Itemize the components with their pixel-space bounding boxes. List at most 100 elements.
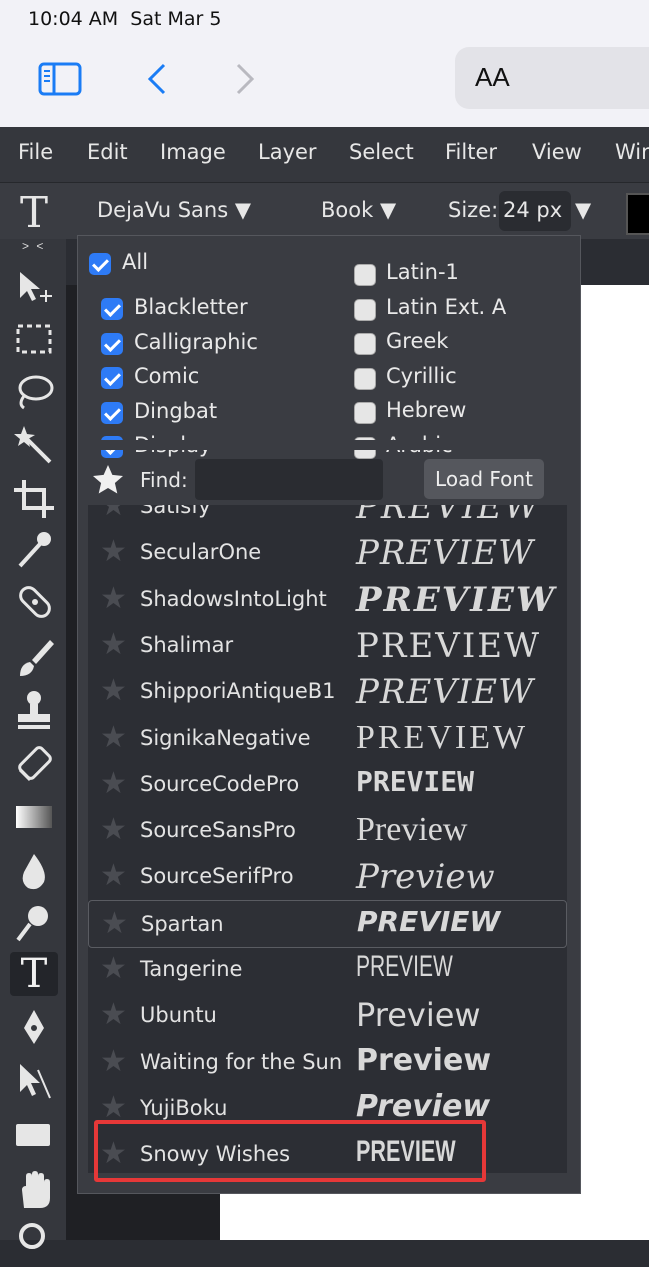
menu-view[interactable]: View (532, 140, 582, 164)
shape-tool-icon[interactable] (10, 1114, 58, 1158)
font-list-item[interactable]: ★ SourceCodePro PREVIEW (88, 761, 567, 807)
font-list-item[interactable]: ★ Tangerine PREVIEW (88, 946, 567, 992)
favorite-star-icon[interactable]: ★ (100, 861, 127, 891)
eyedropper-icon[interactable] (10, 528, 58, 572)
font-name: SourceSansPro (140, 818, 296, 843)
size-dropdown-arrow[interactable]: ▼ (575, 198, 591, 222)
brush-tool-icon[interactable] (10, 636, 58, 680)
magic-wand-icon[interactable] (10, 422, 58, 466)
font-list-item[interactable]: ★ Waiting for the Sun Preview (88, 1039, 567, 1085)
menu-window[interactable]: Win (615, 140, 649, 164)
font-list-item[interactable]: ★ Satisfy PREVIEW (88, 505, 567, 529)
font-name: Ubuntu (140, 1003, 217, 1028)
script-filter-label: Latin-1 (386, 260, 459, 284)
move-tool-icon[interactable] (10, 266, 58, 310)
highlight-annotation (94, 1120, 486, 1182)
category-filter-checkbox[interactable] (101, 298, 123, 320)
collapse-toggle[interactable]: > < (22, 239, 45, 253)
category-filter-checkbox[interactable] (101, 332, 123, 355)
reader-settings-button[interactable]: AA (475, 62, 510, 93)
font-name: SourceCodePro (140, 771, 300, 796)
font-preview: Preview (356, 996, 481, 1035)
hand-tool-icon[interactable] (10, 1168, 58, 1212)
favorite-star-icon[interactable]: ★ (100, 1000, 127, 1030)
crop-tool-icon[interactable] (10, 476, 58, 520)
font-list-item[interactable]: ★ SignikaNegative PREVIEW (88, 715, 567, 761)
script-filter-label: Hebrew (386, 398, 467, 422)
pen-tool-icon[interactable] (10, 1006, 58, 1050)
category-filter-checkbox[interactable] (101, 367, 123, 389)
dodge-tool-icon[interactable] (10, 902, 58, 946)
sidebar-icon[interactable] (38, 62, 82, 101)
marquee-tool-icon[interactable] (10, 318, 58, 362)
font-preview: Preview (356, 811, 468, 849)
favorites-star-icon[interactable] (90, 462, 126, 503)
menu-file[interactable]: File (18, 140, 53, 164)
find-input[interactable] (195, 459, 383, 500)
status-time: 10:04 AM Sat Mar 5 (28, 8, 221, 30)
favorite-star-icon[interactable]: ★ (100, 954, 127, 984)
favorite-star-icon[interactable]: ★ (100, 505, 127, 521)
status-clock: 10:04 AM (28, 8, 119, 30)
font-list-item[interactable]: ★ ShadowsIntoLight PREVIEW (88, 576, 567, 622)
lasso-tool-icon[interactable] (10, 370, 58, 414)
favorite-star-icon[interactable]: ★ (100, 722, 127, 753)
path-selection-icon[interactable] (10, 1060, 58, 1104)
script-filter-checkbox[interactable] (354, 367, 376, 390)
script-filter-checkbox[interactable] (354, 264, 376, 286)
script-filter-checkbox[interactable] (354, 402, 376, 424)
find-label: Find: (140, 468, 188, 492)
font-name: Spartan (141, 911, 224, 936)
type-tool-icon: T (20, 188, 49, 237)
font-name: SecularOne (140, 540, 262, 565)
load-font-button[interactable]: Load Font (424, 459, 544, 499)
status-date: Sat Mar 5 (130, 8, 222, 30)
favorite-star-icon[interactable]: ★ (100, 768, 127, 799)
text-tool-icon[interactable]: T (10, 952, 58, 996)
menu-edit[interactable]: Edit (87, 140, 128, 164)
font-list-item[interactable]: ★ Ubuntu Preview (88, 992, 567, 1038)
category-filter-label: Dingbat (134, 398, 218, 423)
font-name: SourceSerifPro (140, 864, 294, 889)
blur-tool-icon[interactable] (10, 850, 58, 894)
font-list-item[interactable]: ★ Spartan PREVIEW (88, 899, 567, 948)
font-style-dropdown[interactable]: Book ▼ (321, 198, 396, 222)
font-list-item[interactable]: ★ SourceSerifPro Preview (88, 853, 567, 899)
healing-tool-icon[interactable] (10, 580, 58, 624)
font-name: ShadowsIntoLight (140, 586, 327, 611)
favorite-star-icon[interactable]: ★ (100, 1046, 127, 1077)
script-filter-checkbox[interactable] (354, 298, 376, 321)
menu-layer[interactable]: Layer (258, 140, 317, 164)
font-list: ★ Satisfy PREVIEW ★ SecularOne PREVIEW ★ Shadow… (88, 505, 567, 1173)
font-name: Shalimar (140, 632, 234, 657)
menu-image[interactable]: Image (160, 140, 226, 164)
filter-all-checkbox[interactable] (89, 253, 111, 275)
font-list-item[interactable]: ★ SourceSansPro Preview (88, 807, 567, 853)
menu-filter[interactable]: Filter (445, 140, 497, 164)
favorite-star-icon[interactable]: ★ (100, 629, 127, 660)
font-family-dropdown[interactable]: DejaVu Sans ▼ (97, 198, 251, 222)
zoom-tool-icon[interactable] (10, 1218, 58, 1262)
favorite-star-icon[interactable]: ★ (100, 583, 127, 614)
back-icon[interactable] (144, 62, 168, 101)
category-filter-checkbox[interactable] (101, 401, 123, 424)
script-filter-checkbox[interactable] (354, 333, 376, 355)
gradient-tool-icon[interactable] (10, 796, 58, 840)
stamp-tool-icon[interactable] (10, 688, 58, 732)
favorite-star-icon[interactable]: ★ (100, 1092, 127, 1123)
font-name: ShipporiAntiqueB1 (140, 679, 336, 704)
favorite-star-icon[interactable]: ★ (100, 537, 127, 567)
font-list-item[interactable]: ★ SecularOne PREVIEW (88, 529, 567, 575)
font-preview: PREVIEW (356, 672, 535, 713)
script-filter-label: Greek (386, 329, 449, 353)
favorite-star-icon[interactable]: ★ (101, 908, 128, 939)
font-list-item[interactable]: ★ Shalimar PREVIEW (88, 622, 567, 668)
category-filter-label: Blackletter (134, 295, 248, 319)
eraser-tool-icon[interactable] (10, 742, 58, 786)
font-name: SignikaNegative (140, 725, 311, 750)
favorite-star-icon[interactable]: ★ (100, 676, 127, 706)
text-color-swatch[interactable] (626, 193, 649, 235)
menu-select[interactable]: Select (349, 140, 414, 164)
favorite-star-icon[interactable]: ★ (100, 815, 127, 845)
font-list-item[interactable]: ★ ShipporiAntiqueB1 PREVIEW (88, 668, 567, 714)
